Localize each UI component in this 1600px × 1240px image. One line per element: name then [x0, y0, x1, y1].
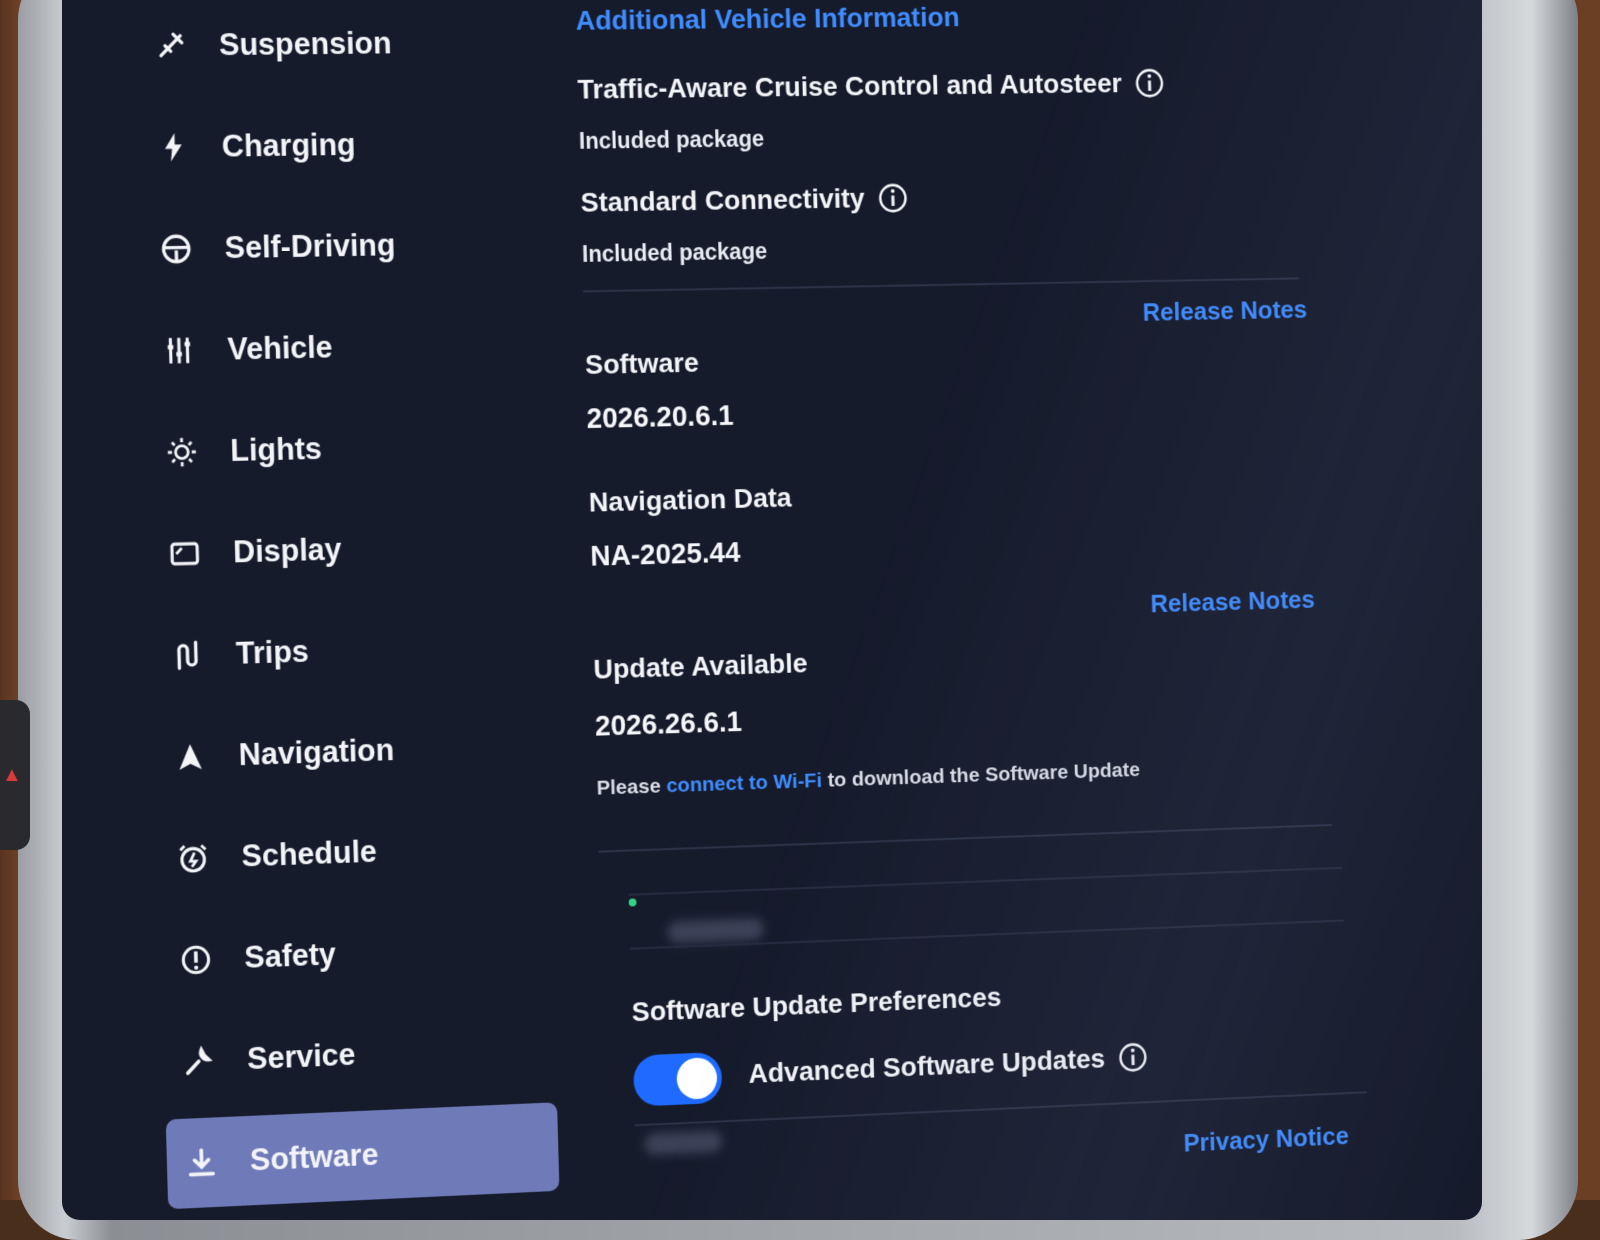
- sidebar-item-label: Charging: [221, 127, 357, 164]
- sidebar-item-lights[interactable]: Lights: [146, 408, 540, 490]
- divider: [634, 1091, 1367, 1127]
- sidebar-item-charging[interactable]: Charging: [138, 106, 532, 185]
- advanced-updates-label-text: Advanced Software Updates: [748, 1043, 1106, 1089]
- software-settings-panel: Additional Vehicle Information Traffic-A…: [575, 0, 1414, 1194]
- software-label: Software: [585, 347, 699, 381]
- sidebar-item-navigation[interactable]: Navigation: [155, 709, 549, 795]
- sidebar-item-schedule[interactable]: Schedule: [157, 809, 551, 896]
- info-icon[interactable]: [1118, 1041, 1149, 1073]
- divider: [628, 866, 1343, 896]
- package-title-connectivity: Standard Connectivity: [580, 182, 908, 218]
- sidebar-item-display[interactable]: Display: [149, 508, 543, 592]
- toggle-knob: [676, 1056, 718, 1100]
- sliders-icon: [158, 329, 201, 372]
- update-preferences-title: Software Update Preferences: [631, 982, 1001, 1029]
- navigation-arrow-icon: [169, 735, 212, 778]
- info-icon[interactable]: [1134, 68, 1165, 99]
- divider: [583, 277, 1300, 293]
- software-version: 2026.20.6.1: [586, 400, 735, 435]
- sidebar-item-trips[interactable]: Trips: [152, 608, 546, 693]
- wifi-note-suffix: to download the Software Update: [821, 758, 1141, 792]
- advanced-updates-toggle[interactable]: [632, 1051, 723, 1107]
- sidebar-item-label: Self-Driving: [224, 227, 396, 266]
- settings-page: Suspension Charging Self-Driving Vehicle: [62, 0, 1433, 1219]
- divider: [598, 824, 1333, 853]
- hazard-icon: ▲: [2, 764, 22, 786]
- sidebar-item-safety[interactable]: Safety: [160, 909, 553, 998]
- update-available-label-text: Update Available: [593, 647, 808, 685]
- touchscreen: Suspension Charging Self-Driving Vehicle: [62, 0, 1482, 1220]
- package-status-connectivity: Included package: [581, 238, 768, 267]
- update-available-label: Update Available: [593, 648, 808, 686]
- navigation-data-version: NA-2025.44: [589, 537, 741, 573]
- download-icon: [180, 1141, 223, 1185]
- sidebar-item-label: Navigation: [238, 732, 395, 773]
- exclamation-circle-icon: [175, 938, 218, 981]
- settings-sidebar: Suspension Charging Self-Driving Vehicle: [135, 0, 637, 1215]
- wifi-note: Please connect to Wi-Fi to download the …: [596, 759, 1140, 801]
- blurred-label: [667, 918, 764, 944]
- update-version: 2026.26.6.1: [594, 706, 743, 743]
- blurred-label: [644, 1130, 722, 1156]
- advanced-updates-label: Advanced Software Updates: [748, 1041, 1148, 1090]
- sidebar-item-label: Display: [232, 531, 342, 570]
- wifi-note-prefix: Please: [596, 774, 667, 800]
- navigation-data-label: Navigation Data: [588, 482, 792, 518]
- connect-wifi-link[interactable]: connect to Wi-Fi: [666, 769, 822, 797]
- sidebar-item-label: Trips: [235, 633, 310, 671]
- steering-wheel-icon: [155, 228, 198, 271]
- sidebar-item-label: Service: [246, 1036, 356, 1077]
- sidebar-item-label: Vehicle: [226, 329, 334, 367]
- additional-info-title: Additional Vehicle Information: [575, 1, 961, 36]
- package-title-autosteer: Traffic-Aware Cruise Control and Autoste…: [577, 68, 1165, 106]
- release-notes-link[interactable]: Release Notes: [1142, 295, 1307, 328]
- status-dot: [628, 898, 637, 907]
- suspension-icon: [149, 25, 192, 67]
- sidebar-item-label: Lights: [229, 431, 323, 468]
- update-release-notes-link[interactable]: Release Notes: [1150, 585, 1315, 620]
- sidebar-item-label: Safety: [243, 936, 337, 975]
- info-icon[interactable]: [878, 182, 909, 214]
- software-label-text: Software: [584, 347, 700, 380]
- privacy-notice-link[interactable]: Privacy Notice: [1183, 1121, 1349, 1158]
- route-icon: [166, 634, 209, 677]
- navigation-data-label-text: Navigation Data: [588, 482, 792, 518]
- sidebar-item-label: Schedule: [241, 833, 378, 874]
- package-title-text: Traffic-Aware Cruise Control and Autoste…: [577, 67, 1123, 105]
- update-preferences-title-text: Software Update Preferences: [631, 981, 1002, 1028]
- sidebar-item-software[interactable]: Software: [165, 1102, 560, 1210]
- alarm-clock-icon: [172, 837, 215, 880]
- sun-icon: [160, 431, 203, 474]
- sidebar-item-vehicle[interactable]: Vehicle: [143, 307, 537, 388]
- lightning-icon: [152, 126, 195, 168]
- package-title-text: Standard Connectivity: [580, 182, 866, 218]
- sidebar-item-suspension[interactable]: Suspension: [135, 6, 529, 83]
- display-icon: [163, 532, 206, 575]
- package-status-autosteer: Included package: [578, 125, 765, 154]
- sidebar-item-service[interactable]: Service: [163, 1010, 556, 1100]
- sidebar-item-label: Software: [249, 1136, 379, 1178]
- wrench-icon: [177, 1040, 220, 1084]
- hazard-button[interactable]: ▲: [0, 700, 30, 850]
- sidebar-item-self-driving[interactable]: Self-Driving: [141, 207, 535, 287]
- sidebar-item-label: Suspension: [218, 25, 393, 63]
